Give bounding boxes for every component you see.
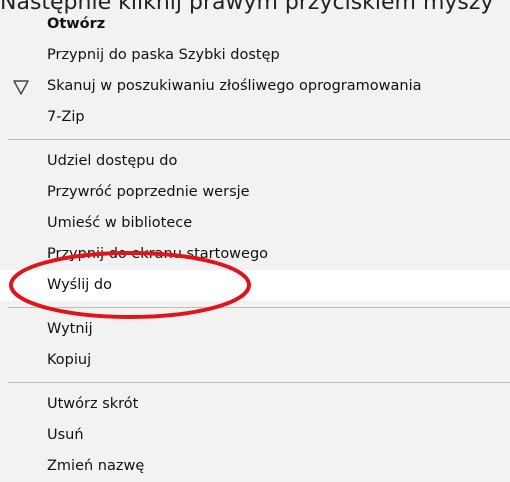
menu-item-open[interactable]: Otwórz — [0, 9, 510, 40]
menu-item-scan-malware[interactable]: Skanuj w poszukiwaniu złośliwego oprogra… — [0, 71, 510, 102]
menu-item-copy[interactable]: Kopiuj — [0, 345, 510, 376]
shield-icon — [13, 80, 29, 95]
menu-separator — [8, 382, 510, 383]
menu-item-delete[interactable]: Usuń — [0, 420, 510, 451]
menu-item-send-to[interactable]: Wyślij do — [0, 270, 510, 301]
menu-item-give-access[interactable]: Udziel dostępu do — [0, 146, 510, 177]
menu-item-restore-versions[interactable]: Przywróć poprzednie wersje — [0, 177, 510, 208]
menu-item-scan-malware-label: Skanuj w poszukiwaniu złośliwego oprogra… — [47, 78, 422, 94]
menu-item-pin-to-start[interactable]: Przypnij do ekranu startowego — [0, 239, 510, 270]
menu-item-cut[interactable]: Wytnij — [0, 314, 510, 345]
menu-item-include-in-library[interactable]: Umieść w bibliotece — [0, 208, 510, 239]
menu-separator — [8, 139, 510, 140]
menu-item-create-shortcut[interactable]: Utwórz skrót — [0, 389, 510, 420]
menu-item-7zip[interactable]: 7-Zip — [0, 102, 510, 133]
context-menu: Otwórz Przypnij do paska Szybki dostęp S… — [0, 9, 510, 482]
menu-separator — [8, 307, 510, 308]
menu-item-rename[interactable]: Zmień nazwę — [0, 451, 510, 482]
menu-item-pin-quick-access[interactable]: Przypnij do paska Szybki dostęp — [0, 40, 510, 71]
